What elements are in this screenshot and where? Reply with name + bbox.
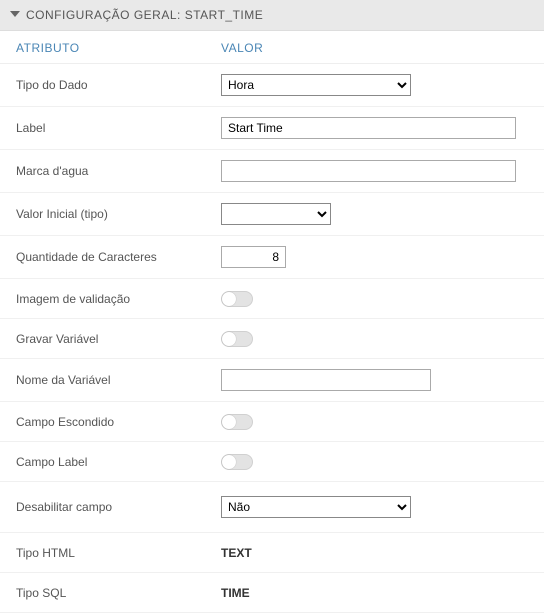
label-desabilitar-campo: Desabilitar campo — [16, 500, 221, 514]
toggle-campo-label[interactable] — [221, 454, 253, 470]
collapse-icon — [10, 11, 20, 17]
label-tipo-sql: Tipo SQL — [16, 586, 221, 600]
value-tipo-html: TEXT — [221, 546, 252, 560]
toggle-gravar-variavel[interactable] — [221, 331, 253, 347]
columns-header: ATRIBUTO VALOR — [0, 31, 544, 64]
row-imagem-validacao: Imagem de validação — [0, 279, 544, 319]
row-desabilitar-campo: Desabilitar campo Não — [0, 482, 544, 533]
label-qtd-caracteres: Quantidade de Caracteres — [16, 250, 221, 264]
row-qtd-caracteres: Quantidade de Caracteres — [0, 236, 544, 279]
label-label: Label — [16, 121, 221, 135]
column-value: VALOR — [221, 41, 532, 55]
toggle-imagem-validacao[interactable] — [221, 291, 253, 307]
input-label[interactable] — [221, 117, 516, 139]
row-tipo-sql: Tipo SQL TIME — [0, 573, 544, 613]
input-marca-dagua[interactable] — [221, 160, 516, 182]
label-tipo-html: Tipo HTML — [16, 546, 221, 560]
toggle-campo-escondido[interactable] — [221, 414, 253, 430]
value-tipo-sql: TIME — [221, 586, 250, 600]
label-valor-inicial: Valor Inicial (tipo) — [16, 207, 221, 221]
input-qtd-caracteres[interactable] — [221, 246, 286, 268]
row-gravar-variavel: Gravar Variável — [0, 319, 544, 359]
row-valor-inicial: Valor Inicial (tipo) — [0, 193, 544, 236]
select-tipo-dado[interactable]: Hora — [221, 74, 411, 96]
row-label: Label — [0, 107, 544, 150]
label-tipo-dado: Tipo do Dado — [16, 78, 221, 92]
label-campo-label: Campo Label — [16, 455, 221, 469]
row-marca-dagua: Marca d'agua — [0, 150, 544, 193]
row-campo-label: Campo Label — [0, 442, 544, 482]
row-tipo-html: Tipo HTML TEXT — [0, 533, 544, 573]
label-nome-variavel: Nome da Variável — [16, 373, 221, 387]
select-desabilitar-campo[interactable]: Não — [221, 496, 411, 518]
input-nome-variavel[interactable] — [221, 369, 431, 391]
panel-header[interactable]: CONFIGURAÇÃO GERAL: START_TIME — [0, 0, 544, 31]
label-gravar-variavel: Gravar Variável — [16, 332, 221, 346]
label-marca-dagua: Marca d'agua — [16, 164, 221, 178]
column-attribute: ATRIBUTO — [16, 41, 221, 55]
label-campo-escondido: Campo Escondido — [16, 415, 221, 429]
label-imagem-validacao: Imagem de validação — [16, 292, 221, 306]
row-tipo-dado: Tipo do Dado Hora — [0, 64, 544, 107]
row-campo-escondido: Campo Escondido — [0, 402, 544, 442]
row-nome-variavel: Nome da Variável — [0, 359, 544, 402]
panel-title: CONFIGURAÇÃO GERAL: START_TIME — [26, 8, 263, 22]
select-valor-inicial[interactable] — [221, 203, 331, 225]
